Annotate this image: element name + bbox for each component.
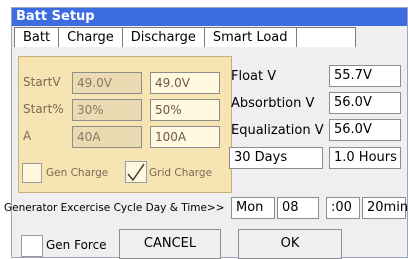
gen-charge-label: Gen Charge [46, 167, 109, 179]
gen-duration-field[interactable]: 20min [362, 197, 408, 219]
tab-smart-load[interactable]: Smart Load [203, 27, 297, 47]
gen-charge-checkbox[interactable] [22, 163, 42, 183]
gen-force-checkbox[interactable] [21, 235, 43, 257]
startv-label: StartV [23, 75, 61, 89]
grid-startpct-field[interactable]: 50% [150, 99, 220, 121]
equalization-v-label: Equalization V [231, 123, 324, 138]
tab-discharge[interactable]: Discharge [121, 27, 205, 47]
equalization-hours-field[interactable]: 1.0 Hours [329, 147, 401, 169]
amps-label: A [23, 129, 32, 143]
equalization-days-field[interactable]: 30 Days [229, 147, 323, 169]
ok-button[interactable]: OK [238, 229, 342, 259]
tab-bar: Batt Charge Discharge Smart Load [14, 27, 356, 47]
gen-day-field[interactable]: Mon [231, 197, 275, 219]
absorption-v-field[interactable]: 56.0V [329, 92, 401, 114]
absorption-v-label: Absorbtion V [231, 96, 315, 111]
tab-charge[interactable]: Charge [58, 27, 123, 47]
float-v-field[interactable]: 55.7V [329, 65, 401, 87]
gen-hour-field[interactable]: 08 [277, 197, 319, 219]
gen-minute-field[interactable]: :00 [326, 197, 360, 219]
cancel-button[interactable]: CANCEL [119, 229, 221, 259]
float-v-label: Float V [231, 69, 277, 84]
grid-amps-field[interactable]: 100A [150, 126, 220, 148]
window-title: Batt Setup [12, 8, 407, 26]
startpct-label: Start% [23, 102, 64, 116]
generator-exercise-label: Generator Excercise Cycle Day & Time>> [4, 202, 225, 214]
grid-charge-label: Grid Charge [149, 167, 213, 179]
gen-amps-field[interactable]: 40A [72, 126, 142, 148]
tab-empty [295, 27, 356, 47]
grid-charge-checkbox[interactable] [125, 161, 147, 183]
gen-startpct-field[interactable]: 30% [72, 99, 142, 121]
equalization-v-field[interactable]: 56.0V [329, 119, 401, 141]
grid-startv-field[interactable]: 49.0V [150, 72, 220, 94]
batt-setup-window: Batt Setup Batt Charge Discharge Smart L… [4, 7, 408, 259]
charge-panel: StartV 49.0V 49.0V Start% 30% 50% A 40A … [18, 56, 232, 193]
gen-startv-field[interactable]: 49.0V [72, 72, 142, 94]
tab-batt[interactable]: Batt [14, 27, 60, 47]
gen-force-label: Gen Force [46, 238, 107, 252]
